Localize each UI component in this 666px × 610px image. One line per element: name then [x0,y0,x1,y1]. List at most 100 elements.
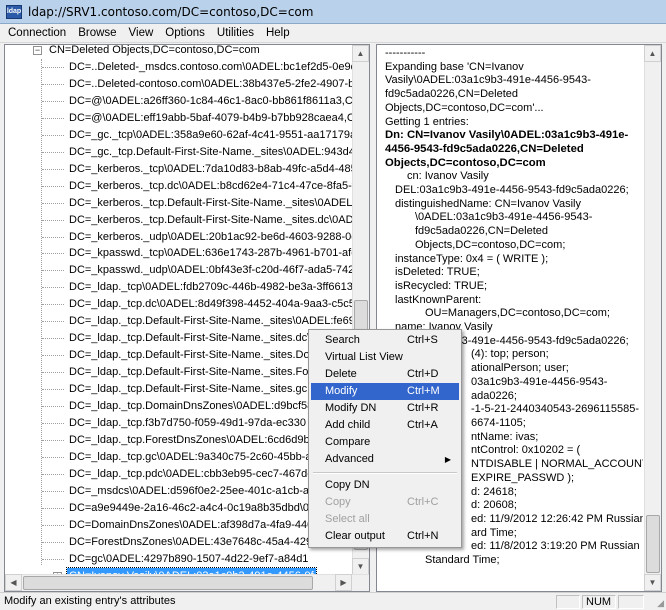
scroll-down-icon[interactable]: ▼ [352,558,369,575]
details-vertical-scrollbar[interactable]: ▲ ▼ [644,45,661,591]
tree-item-label: DC=_kerberos._tcp.dc\0ADEL:b8cd62e4-71c4… [69,179,353,192]
menu-item-copy-dn[interactable]: Copy DN [311,477,459,494]
status-num-indicator: NUM [582,595,616,609]
entry-dn: Dn: CN=Ivanov Vasily\0ADEL:03a1c9b3-491e… [385,129,629,169]
tree-root-label: CN=Deleted Objects,DC=contoso,DC=com [49,45,260,56]
attr-line: isDeleted: TRUE; [395,266,480,279]
tree-item-label: DC=_ldap._tcp.Default-First-Site-Name._s… [69,349,310,362]
attr-line: DEL:03a1c9b3-491e-4456-9543-fd9c5ada0226… [395,184,629,197]
attr-line: Objects,DC=contoso,DC=com; [415,238,566,251]
menu-item-modify-dn[interactable]: Modify DN Ctrl+R [311,400,459,417]
menu-view[interactable]: View [123,27,160,39]
status-bar: Modify an existing entry's attributes NU… [0,592,666,610]
attr-line: OU=Managers,DC=contoso,DC=com; [425,307,610,320]
tree-item-label: DC=_kerberos._udp\0ADEL:20b1ac92-be6d-46… [69,230,353,243]
tree-connector-line [42,151,64,153]
tree-item-label: DC=_kerberos._tcp\0ADEL:7da10d83-b8ab-49… [69,162,353,175]
tree-connector-line [42,83,64,85]
menu-item-modify[interactable]: Modify Ctrl+M [311,383,459,400]
tree-item-label: DC=ForestDnsZones\0ADEL:43e7648c-45a4-42… [69,535,313,548]
tree-item-label: DC=a9e9449e-2a16-46c2-a4c4-0c19a8b35dbd\… [69,501,310,514]
tree-item-label: DC=_kpasswd._udp\0ADEL:0bf43e3f-c20d-46f… [69,264,353,277]
menu-options[interactable]: Options [159,27,211,39]
status-panel-empty [618,595,644,609]
attr-line: distinguishedName: CN=Ivanov Vasily [395,197,581,210]
tree-item-label: DC=_ldap._tcp\0ADEL:fdb2709c-446b-4982-b… [69,281,353,294]
scroll-up-icon[interactable]: ▲ [352,45,369,62]
tree-item-label: DC=gc\0ADEL:4297b890-1507-4d22-9ef7-a84d… [69,552,309,565]
scroll-left-icon[interactable]: ◀ [5,574,22,591]
scroll-up-icon[interactable]: ▲ [644,45,661,62]
tree-connector-line [42,558,64,560]
tree-connector-line [42,117,64,119]
tree-item-label: DC=_ldap._tcp.f3b7d750-f059-49d1-97da-ec… [69,416,306,429]
tree-item-label: DC=_ldap._tcp.Default-First-Site-Name._s… [69,366,309,379]
tree-item-label: DC=..Deleted-_msdcs.contoso.com\0ADEL:bc… [69,61,353,73]
tree-item-label: DC=..Deleted-contoso.com\0ADEL:38b437e5-… [69,77,353,90]
details-vscroll-thumb[interactable] [646,515,660,573]
log-line: Expanding base 'CN=Ivanov Vasily\0ADEL:0… [385,60,591,114]
menu-separator [313,472,457,474]
menu-item-compare[interactable]: Compare [311,434,459,451]
menu-item-advanced[interactable]: Advanced ▶ [311,451,459,468]
tree-connector-line [42,507,64,509]
attr-line: isRecycled: TRUE; [395,279,488,292]
tree-connector-line [42,389,64,391]
tree-connector-line [42,338,64,340]
tree-item-label: DC=_gc._tcp\0ADEL:358a9e60-62af-4c41-955… [69,128,353,141]
context-menu: Search Ctrl+S Virtual List View Delete Ctr… [308,329,462,548]
resize-grip-icon[interactable]: ◢ [657,598,664,609]
submenu-arrow-icon: ▶ [444,455,451,464]
tree-connector-line [42,236,64,238]
tree-item-label: DC=_ldap._tcp.Default-First-Site-Name._s… [69,383,308,396]
scroll-down-icon[interactable]: ▼ [644,574,661,591]
menu-item-select-all[interactable]: Select all [311,511,459,528]
tree-connector-line [42,321,64,323]
tree-hscroll-thumb[interactable] [23,576,313,590]
tree-connector-line [42,524,64,526]
tree-view: − CN=Deleted Objects,DC=contoso,DC=com D… [5,45,353,575]
menu-item-delete[interactable]: Delete Ctrl+D [311,366,459,383]
tree-connector-line [42,168,64,170]
menu-help[interactable]: Help [260,27,296,39]
tree-item-label: DC=_kpasswd._tcp\0ADEL:636e1743-287b-496… [69,247,353,260]
menu-item-clear-output[interactable]: Clear output Ctrl+N [311,528,459,545]
menu-connection[interactable]: Connection [0,27,72,39]
tree-item-label: DC=_ldap._tcp.pdc\0ADEL:cbb3eb95-cec7-46… [69,467,311,480]
log-line: Getting 1 entries: [385,115,469,128]
menu-item-copy[interactable]: Copy Ctrl+C [311,494,459,511]
tree-item-label: DC=_kerberos._tcp.Default-First-Site-Nam… [69,213,353,226]
menu-item-add-child[interactable]: Add child Ctrl+A [311,417,459,434]
tree-connector-line [42,456,64,458]
tree-connector-line [42,422,64,424]
scroll-right-icon[interactable]: ▶ [335,574,352,591]
tree-connector-line [42,100,64,102]
tree-item-label: DC=_msdcs\0ADEL:d596f0e2-25ee-401c-a1cb-… [69,484,316,497]
attr-line: lastKnownParent: [395,293,482,306]
tree-connector-line [42,253,64,255]
tree-connector-line [42,304,64,306]
tree-item-label: DC=_kerberos._tcp.Default-First-Site-Nam… [69,196,353,209]
tree-item-label: DC=@\0ADEL:eff19abb-5baf-4079-b4b9-b7bb9… [69,111,353,124]
title-bar: ldap ldap://SRV1.contoso.com/DC=contoso,… [0,0,666,24]
window-title: ldap://SRV1.contoso.com/DC=contoso,DC=co… [28,4,314,19]
tree-connector-line [42,134,64,136]
menu-utilities[interactable]: Utilities [211,27,260,39]
status-panel-empty [556,595,580,609]
tree-connector-line [42,185,64,187]
menu-browse[interactable]: Browse [72,27,122,39]
tree-horizontal-scrollbar[interactable]: ◀ ▶ [5,574,369,591]
menu-item-search[interactable]: Search Ctrl+S [311,332,459,349]
tree-connector-line [42,219,64,221]
tree-item-label: DC=_ldap._tcp.DomainDnsZones\0ADEL:d9bcf… [69,400,314,412]
tree-item-label: DC=_ldap._tcp.dc\0ADEL:8d49f398-4452-404… [69,298,353,311]
tree-item-label: DC=_gc._tcp.Default-First-Site-Name._sit… [69,145,353,158]
attr-line: cn: Ivanov Vasily [407,170,489,183]
collapse-icon[interactable]: − [33,46,42,55]
tree-item-label: DC=DomainDnsZones\0ADEL:af398d7a-4fa9-44… [69,518,314,531]
tree-item-label: DC=_ldap._tcp.gc\0ADEL:9a340c75-2c60-45b… [69,450,312,463]
tree-connector-line [42,473,64,475]
tree-connector-line [42,439,64,441]
log-line: ----------- [385,590,643,591]
menu-item-virtual-list-view[interactable]: Virtual List View [311,349,459,366]
